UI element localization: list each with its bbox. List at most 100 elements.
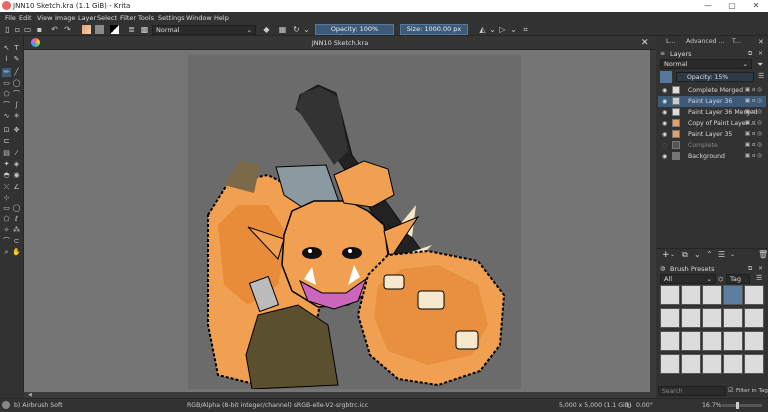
rectangle-tool-icon[interactable]: ▭: [2, 79, 11, 88]
smart-patch-icon[interactable]: ◈: [12, 160, 21, 169]
layer-row[interactable]: ◉ Background ▣ α ◎: [658, 151, 766, 162]
new-file-icon[interactable]: ▫: [13, 25, 22, 34]
gradient-swatch-icon[interactable]: [82, 25, 91, 34]
brush-preset-tile[interactable]: [681, 331, 701, 351]
polygon-select-icon[interactable]: ⬠: [2, 215, 11, 224]
add-layer-icon[interactable]: +: [662, 250, 670, 260]
brush-preset-tile[interactable]: [681, 285, 701, 305]
bezier-tool-icon[interactable]: ⌒: [2, 101, 11, 110]
menu-layer[interactable]: Layer: [78, 14, 96, 22]
brush-preset-tile[interactable]: [702, 308, 722, 328]
ellipse-tool-icon[interactable]: ◯: [12, 79, 21, 88]
eye-icon[interactable]: ◉: [662, 98, 667, 105]
brush-editor-icon[interactable]: ≣: [127, 25, 136, 34]
menu-view[interactable]: View: [37, 14, 52, 22]
new-document-icon[interactable]: ▯: [3, 25, 12, 34]
brush-preset-tile[interactable]: [744, 331, 764, 351]
chevron-down-icon[interactable]: ⌄: [302, 25, 311, 34]
wrap-around-icon[interactable]: ⌗: [521, 25, 530, 34]
menu-select[interactable]: Select: [97, 14, 117, 22]
eye-hidden-icon[interactable]: ○: [662, 142, 667, 149]
layer-lock-icons[interactable]: ▣ α ◎: [745, 131, 762, 137]
layer-menu-icon[interactable]: ☰: [758, 72, 764, 80]
brush-preset-icon[interactable]: ▩: [140, 25, 149, 34]
contiguous-select-icon[interactable]: ✧: [2, 226, 11, 235]
eye-icon[interactable]: ◉: [662, 109, 667, 116]
tab-tool-options[interactable]: T...: [732, 38, 741, 48]
delete-layer-icon[interactable]: 🗑: [758, 250, 768, 259]
layer-row[interactable]: ○ Complete ▣ α ◎: [658, 140, 766, 151]
outline-select-icon[interactable]: ℓ: [12, 215, 21, 224]
chevron-down-icon[interactable]: ⌄: [509, 25, 518, 34]
tab-advanced-color[interactable]: Advanced ...: [686, 38, 724, 48]
color-picker-icon[interactable]: ⁄: [12, 149, 21, 158]
similar-select-icon[interactable]: ⁂: [12, 226, 21, 235]
zoom-slider-handle[interactable]: [736, 402, 739, 409]
status-zoom[interactable]: 16.7%: [702, 402, 722, 409]
ellipse-select-icon[interactable]: ◯: [12, 204, 21, 213]
brush-preset-tile[interactable]: [681, 308, 701, 328]
layer-properties-icon[interactable]: ☰: [718, 250, 725, 259]
float-dock-icon[interactable]: ⧉: [748, 50, 752, 58]
menu-filter[interactable]: Filter: [120, 14, 136, 22]
filter-in-tag-checkbox[interactable]: ☑: [728, 387, 733, 394]
menu-file[interactable]: File: [5, 14, 16, 22]
reload-preset-icon[interactable]: ↻: [292, 25, 301, 34]
close-document-button[interactable]: ✕: [641, 38, 649, 48]
pattern-swatch-icon[interactable]: [95, 25, 104, 34]
preset-view-icon[interactable]: ☰: [756, 274, 762, 282]
freehand-brush-icon[interactable]: ✏: [2, 68, 11, 77]
eye-icon[interactable]: ◉: [662, 153, 667, 160]
brush-preset-tile[interactable]: [702, 354, 722, 374]
brush-preset-tile[interactable]: [660, 331, 680, 351]
mirror-vertical-icon[interactable]: ▷: [498, 25, 507, 34]
menu-edit[interactable]: Edit: [19, 14, 32, 22]
brush-preset-tile[interactable]: [744, 354, 764, 374]
transform-tool-icon[interactable]: ⊡: [2, 126, 11, 135]
layer-lock-icons[interactable]: ▣ α ◎: [745, 142, 762, 148]
rect-select-icon[interactable]: ▭: [2, 204, 11, 213]
layer-row[interactable]: ◉ Paint Layer 36 Merged ▣ α ◎: [658, 107, 766, 118]
fg-bg-color-icon[interactable]: [110, 25, 119, 34]
eraser-icon[interactable]: ◆: [262, 25, 271, 34]
maximize-button[interactable]: ▢: [722, 1, 742, 10]
dynamic-brush-icon[interactable]: ∿: [2, 112, 11, 121]
duplicate-layer-icon[interactable]: ⧉: [682, 250, 688, 260]
zoom-slider[interactable]: [722, 402, 762, 409]
size-slider[interactable]: Size: 1000.00 px: [400, 24, 468, 35]
menu-tools[interactable]: Tools: [138, 14, 154, 22]
tab-layers[interactable]: L...: [666, 38, 675, 48]
reference-tool-icon[interactable]: ⊹: [2, 194, 11, 203]
tag-combo[interactable]: Tag: [726, 274, 750, 284]
brush-preset-tile[interactable]: [702, 331, 722, 351]
bezier-select-icon[interactable]: ⌒: [2, 237, 11, 246]
close-dock-icon[interactable]: ✕: [758, 38, 764, 46]
edit-shapes-icon[interactable]: ⌇: [2, 55, 11, 64]
preset-search-input[interactable]: Search: [658, 386, 726, 396]
crop-tool-icon[interactable]: ⊏: [2, 137, 11, 146]
layer-row[interactable]: ◉ Copy of Paint Layer ... ▣ α ◎: [658, 118, 766, 129]
move-layer-down-icon[interactable]: ⌄: [694, 250, 701, 259]
pan-tool-icon[interactable]: ✋: [12, 248, 21, 257]
tag-icon[interactable]: ⌬: [718, 276, 723, 283]
freehand-path-icon[interactable]: ∫: [12, 101, 21, 110]
layer-row-selected[interactable]: ◉ Paint Layer 36 ▣ α ◎: [658, 96, 766, 107]
magnetic-select-icon[interactable]: ⊂: [12, 237, 21, 246]
brush-preset-tile[interactable]: [660, 308, 680, 328]
menu-settings[interactable]: Settings: [158, 14, 185, 22]
save-icon[interactable]: ▪: [35, 25, 44, 34]
layer-lock-icons[interactable]: ▣ α ◎: [745, 153, 762, 159]
chevron-down-icon[interactable]: ⌄: [730, 251, 735, 258]
close-window-button[interactable]: ✕: [746, 1, 766, 10]
select-shapes-icon[interactable]: ↖: [2, 44, 11, 53]
brush-preset-tile[interactable]: [723, 354, 743, 374]
eye-icon[interactable]: ◉: [662, 131, 667, 138]
float-dock-icon[interactable]: ⧉: [748, 265, 752, 273]
layer-opacity-slider[interactable]: Opacity: 15%: [676, 72, 754, 82]
minimize-button[interactable]: —: [698, 1, 718, 10]
drawing-canvas[interactable]: [188, 55, 521, 390]
opacity-slider[interactable]: Opacity: 100%: [315, 24, 394, 35]
preset-filter-combo[interactable]: All ⌄: [660, 274, 716, 284]
layer-blend-mode-combo[interactable]: Normal ⌄: [660, 59, 752, 69]
line-tool-icon[interactable]: ╱: [12, 68, 21, 77]
